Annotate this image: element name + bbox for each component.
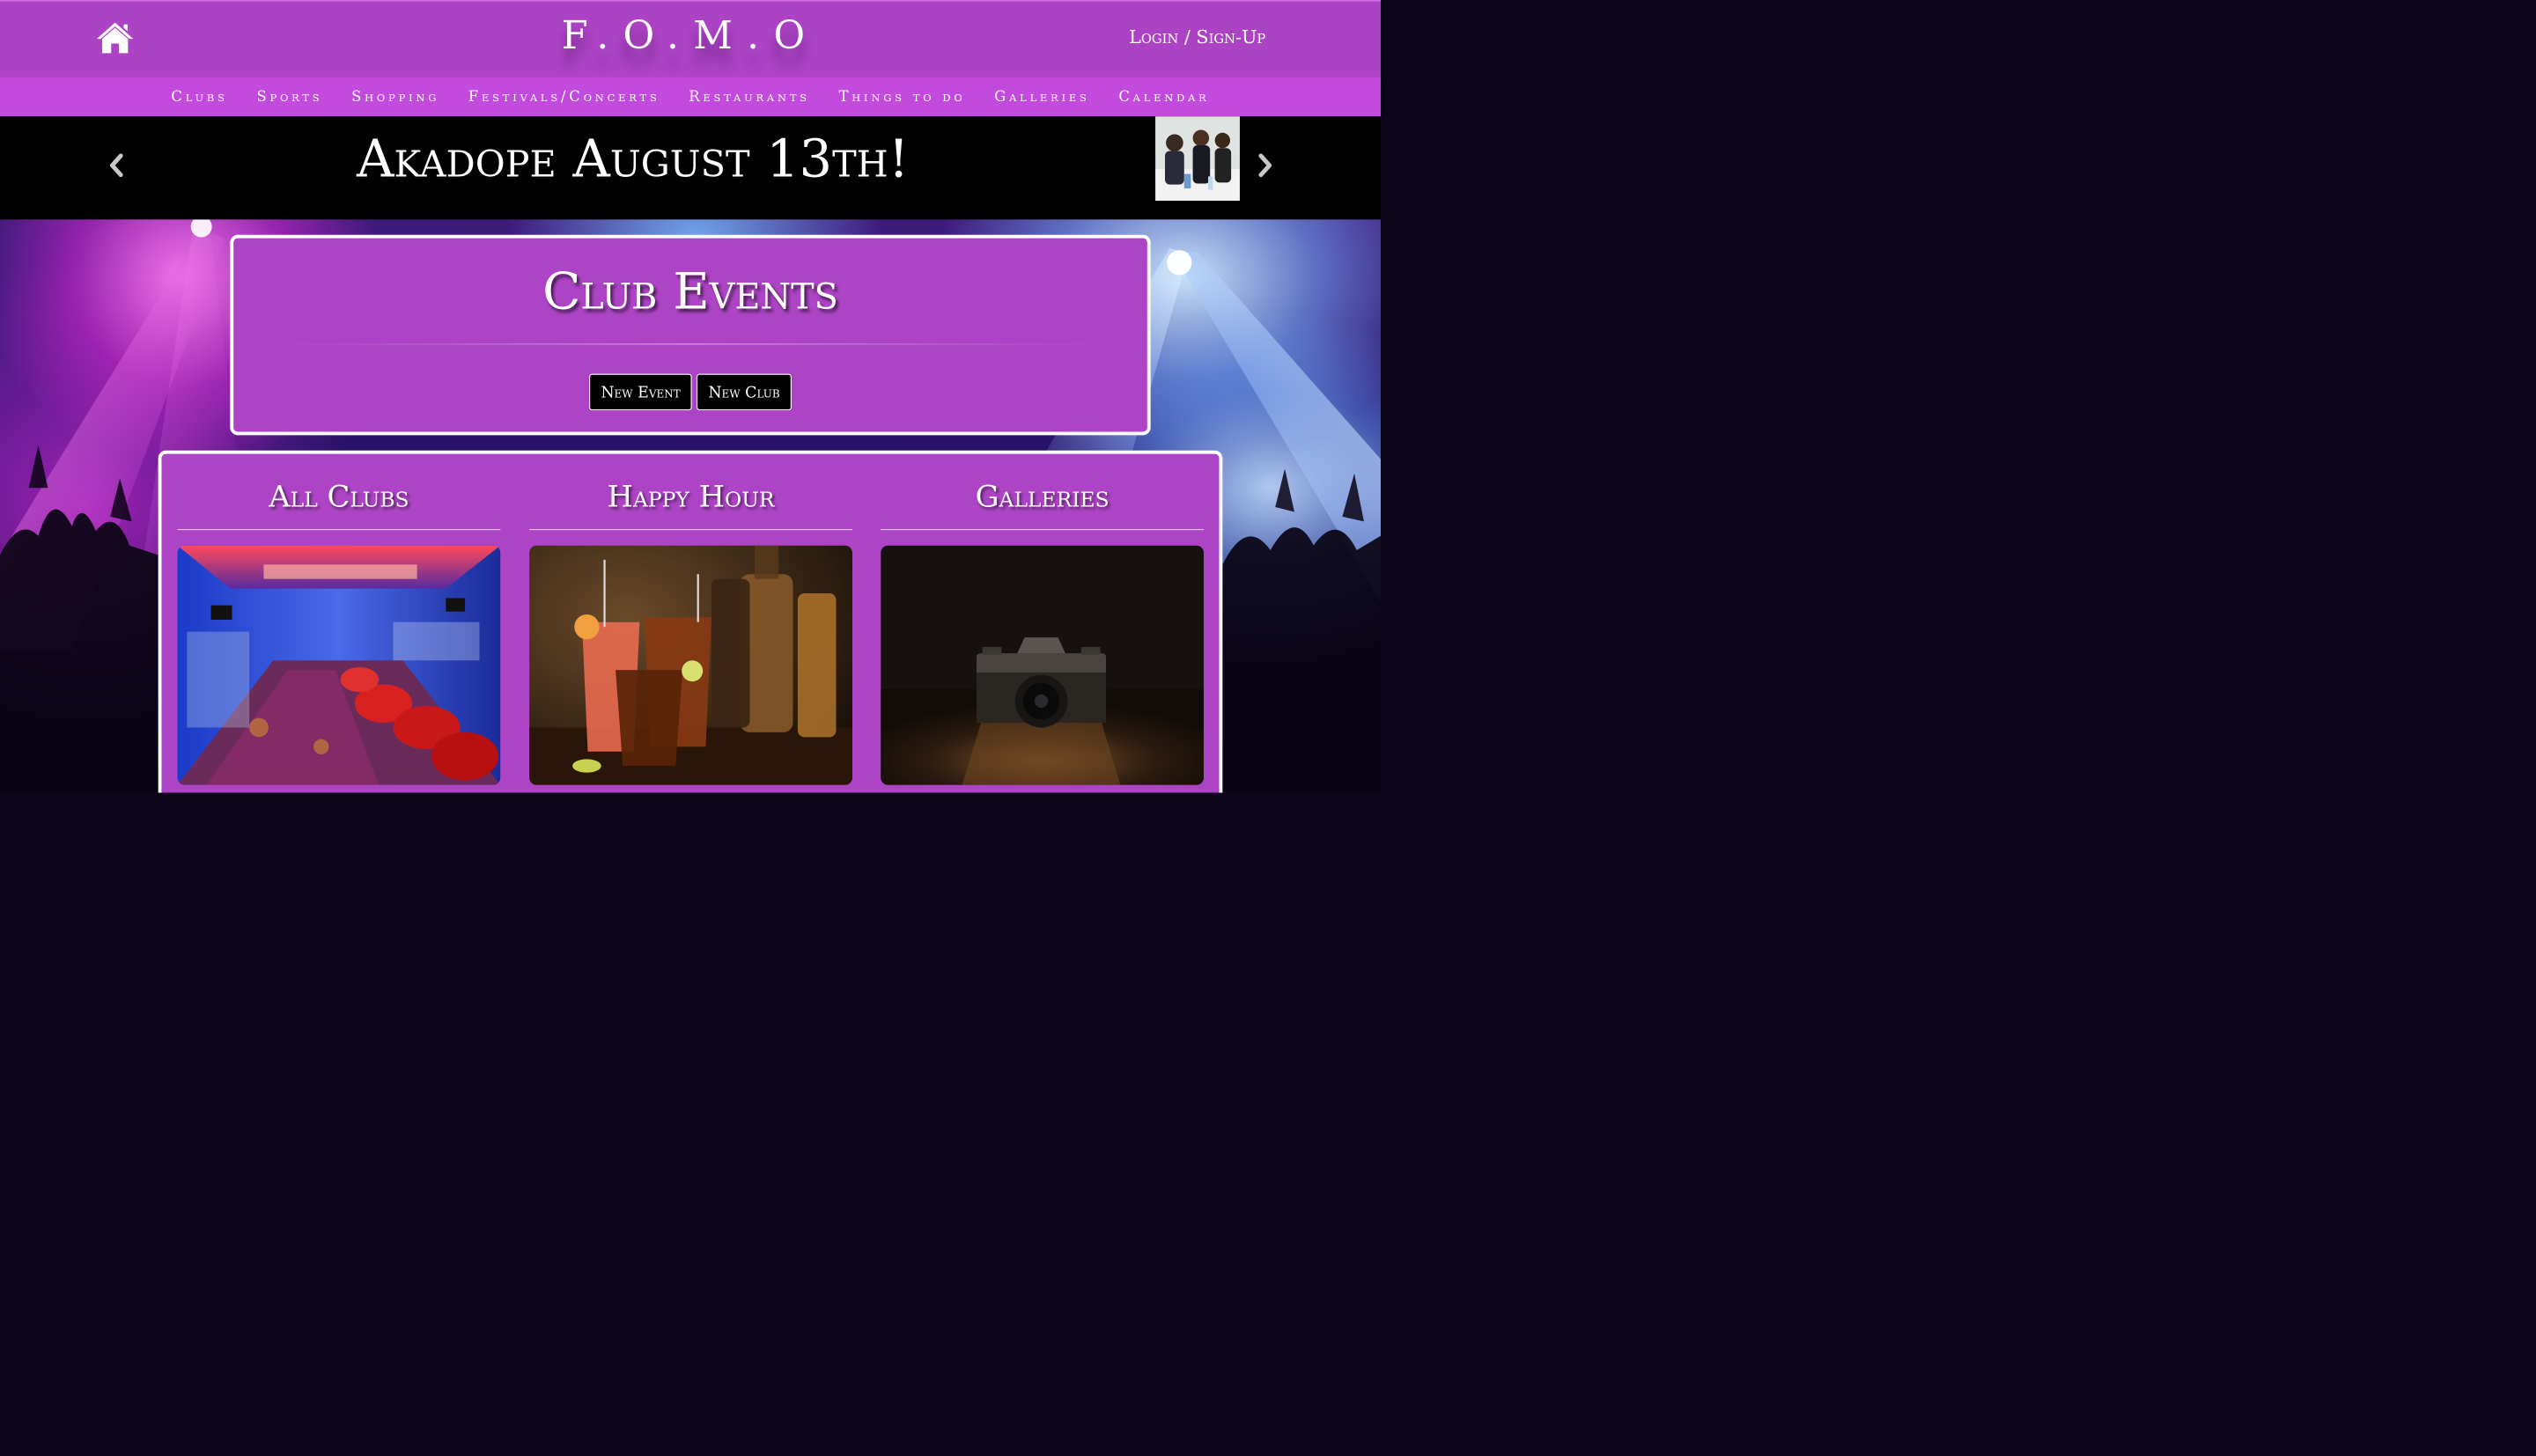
category-title-galleries[interactable]: Galleries <box>881 479 1204 514</box>
page-title: Club Events <box>542 261 838 321</box>
event-actions: New Event New Club <box>233 373 1147 411</box>
divider <box>881 529 1205 531</box>
new-club-button[interactable]: New Club <box>697 373 792 411</box>
login-signup-link[interactable]: Login / Sign-Up <box>1129 26 1265 48</box>
divider <box>529 529 853 531</box>
nav-item-restaurants[interactable]: Restaurants <box>689 88 810 105</box>
chevron-right-icon[interactable] <box>1251 146 1280 185</box>
cocktails-image[interactable] <box>529 545 853 785</box>
divider <box>276 343 1104 345</box>
event-carousel: Akadope August 13th! <box>0 116 1381 220</box>
club-interior-image[interactable] <box>177 545 501 785</box>
nav-item-festivals-concerts[interactable]: Festivals/Concerts <box>468 88 660 105</box>
nav-item-shopping[interactable]: Shopping <box>351 88 439 105</box>
category-title-all-clubs[interactable]: All Clubs <box>177 479 500 514</box>
category-title-happy-hour[interactable]: Happy Hour <box>529 479 852 514</box>
nav-item-clubs[interactable]: Clubs <box>171 88 227 105</box>
divider <box>177 529 501 531</box>
nav-item-calendar[interactable]: Calendar <box>1118 88 1209 105</box>
nav-item-sports[interactable]: Sports <box>256 88 322 105</box>
main-nav: Clubs Sports Shopping Festivals/Concerts… <box>0 77 1381 117</box>
nav-item-things-to-do[interactable]: Things to do <box>839 88 966 105</box>
carousel-slide-image[interactable] <box>1155 116 1240 202</box>
nav-item-galleries[interactable]: Galleries <box>994 88 1089 105</box>
club-events-panel: Club Events New Event New Club <box>230 234 1151 436</box>
new-event-button[interactable]: New Event <box>589 373 692 411</box>
page: F.O.M.O Login / Sign-Up Clubs Sports Sho… <box>0 0 1381 793</box>
categories-panel: All Clubs Happy Hour Galleries <box>158 450 1223 793</box>
camera-image[interactable] <box>881 545 1205 785</box>
carousel-slide-title[interactable]: Akadope August 13th! <box>0 129 1265 188</box>
top-header: F.O.M.O Login / Sign-Up <box>0 0 1381 77</box>
